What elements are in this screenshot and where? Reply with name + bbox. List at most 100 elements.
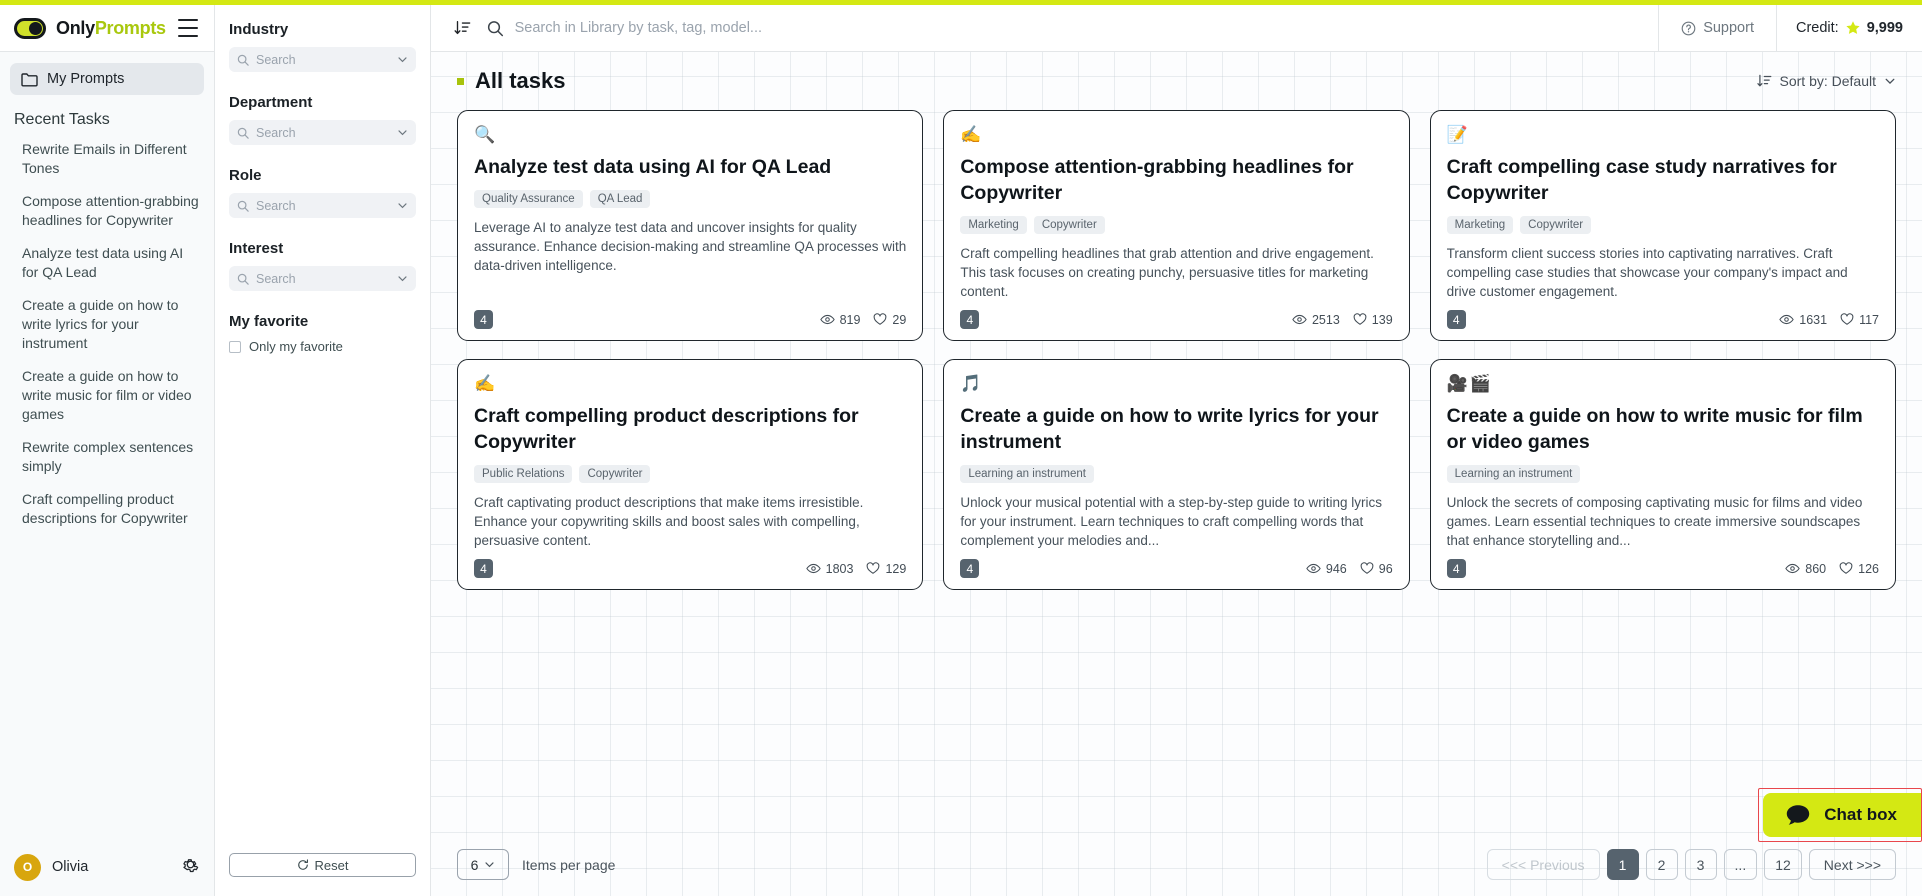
card-tag[interactable]: Learning an instrument — [960, 465, 1094, 483]
card-tag[interactable]: Marketing — [960, 216, 1027, 234]
only-my-favorite-checkbox[interactable]: Only my favorite — [229, 339, 416, 354]
card-views-value: 1631 — [1799, 312, 1828, 327]
interest-placeholder: Search — [256, 271, 296, 286]
card-likes: 96 — [1360, 562, 1393, 576]
eye-icon — [805, 563, 821, 574]
recent-task-item[interactable]: Craft compelling product descriptions fo… — [14, 483, 200, 535]
filter-label-role: Role — [229, 167, 262, 184]
card-count-badge: 4 — [474, 310, 493, 329]
chat-box-button[interactable]: Chat box — [1763, 793, 1921, 837]
task-card-grid: 🔍 Analyze test data using AI for QA Lead… — [451, 110, 1902, 590]
star-icon — [1846, 21, 1860, 34]
task-card[interactable]: 🎵 Create a guide on how to write lyrics … — [943, 359, 1410, 590]
chevron-down-icon — [398, 276, 407, 282]
card-views-value: 819 — [839, 312, 861, 327]
task-card[interactable]: 🎥🎬 Create a guide on how to write music … — [1429, 359, 1896, 590]
card-footer: 4 2513 139 — [960, 310, 1393, 329]
section-header: All tasks Sort by: Default — [451, 52, 1902, 110]
main-content: Support Credit: 9,999 All tasks Sort by:… — [431, 4, 1922, 896]
department-select[interactable]: Search — [229, 120, 416, 145]
card-title: Craft compelling case study narratives f… — [1446, 156, 1837, 204]
search-input[interactable] — [514, 20, 1659, 36]
card-tag[interactable]: Copywriter — [1520, 216, 1592, 234]
recent-task-item[interactable]: Compose attention-grabbing headlines for… — [14, 185, 200, 237]
card-emoji-icon: 🎵 — [960, 374, 984, 393]
card-count-badge: 4 — [1446, 559, 1466, 578]
task-card[interactable]: 🔍 Analyze test data using AI for QA Lead… — [457, 110, 924, 341]
card-likes-value: 126 — [1858, 561, 1879, 576]
sort-by-label: Sort by: Default — [1779, 73, 1877, 89]
gear-icon[interactable] — [181, 855, 200, 879]
page-ellipsis: ... — [1723, 849, 1758, 880]
user-profile-row[interactable]: O Olivia — [0, 838, 214, 896]
brand-prompts-text: Prompts — [94, 17, 166, 38]
card-count-badge: 4 — [960, 559, 980, 578]
filter-label-favorite: My favorite — [229, 313, 309, 330]
card-description: Craft captivating product descriptions t… — [474, 495, 864, 548]
sort-icon — [1756, 74, 1771, 87]
support-button[interactable]: Support — [1658, 4, 1776, 52]
card-tag[interactable]: Copywriter — [579, 465, 651, 483]
task-card[interactable]: ✍️ Compose attention-grabbing headlines … — [943, 110, 1410, 341]
card-tag[interactable]: Marketing — [1446, 216, 1514, 234]
heart-icon — [1839, 562, 1853, 574]
card-tag[interactable]: QA Lead — [589, 190, 651, 208]
card-count-badge: 4 — [474, 559, 493, 578]
recent-task-item[interactable]: Rewrite Emails in Different Tones — [14, 133, 200, 185]
interest-select[interactable]: Search — [229, 266, 416, 291]
card-description: Transform client success stories into ca… — [1446, 246, 1848, 299]
role-select[interactable]: Search — [229, 193, 416, 218]
card-tag[interactable]: Learning an instrument — [1446, 465, 1581, 483]
search-icon — [237, 273, 249, 285]
recent-task-item[interactable]: Analyze test data using AI for QA Lead — [14, 237, 200, 289]
card-tag[interactable]: Public Relations — [474, 465, 573, 483]
hamburger-menu-icon[interactable] — [178, 19, 200, 37]
card-footer: 4 860 126 — [1446, 559, 1879, 578]
card-stats: 860 126 — [1785, 562, 1879, 576]
recent-task-item[interactable]: Create a guide on how to write lyrics fo… — [14, 289, 200, 360]
card-views: 819 — [819, 312, 861, 327]
card-title: Analyze test data using AI for QA Lead — [474, 156, 832, 178]
chat-box-highlight: Chat box — [1758, 788, 1922, 842]
recent-task-item[interactable]: Create a guide on how to write music for… — [14, 360, 200, 431]
sort-toggle-icon[interactable] — [449, 19, 475, 37]
page-button-1[interactable]: 1 — [1606, 849, 1639, 880]
chevron-down-icon — [398, 130, 407, 136]
left-sidebar: OnlyPrompts My Prompts Recent Tasks Rewr… — [0, 5, 215, 896]
page-button-3[interactable]: 3 — [1684, 849, 1717, 880]
department-placeholder: Search — [256, 125, 296, 140]
checkbox-box — [229, 340, 241, 353]
card-tag[interactable]: Copywriter — [1033, 216, 1105, 234]
filter-block-favorite: My favorite Only my favorite — [229, 313, 416, 354]
sort-by-dropdown[interactable]: Sort by: Default — [1756, 73, 1897, 89]
card-tag[interactable]: Quality Assurance — [474, 190, 583, 208]
card-likes-value: 129 — [885, 561, 907, 576]
previous-page-button[interactable]: <<< Previous — [1486, 849, 1600, 880]
card-views: 1631 — [1779, 313, 1827, 327]
card-likes-value: 96 — [1378, 561, 1393, 576]
heart-icon — [1840, 313, 1854, 325]
card-description: Unlock the secrets of composing captivat… — [1446, 495, 1863, 548]
recent-task-item[interactable]: Rewrite complex sentences simply — [14, 431, 200, 483]
page-buttons: <<< Previous 1 2 3 ... 12 Next >>> — [1486, 849, 1896, 880]
page-button-12[interactable]: 12 — [1764, 849, 1802, 880]
only-my-favorite-label: Only my favorite — [249, 339, 343, 354]
page-title: All tasks — [475, 68, 566, 93]
industry-select[interactable]: Search — [229, 47, 416, 72]
sidebar-item-my-prompts[interactable]: My Prompts — [10, 63, 204, 95]
role-placeholder: Search — [256, 198, 296, 213]
filter-block-department: Department Search — [229, 94, 416, 145]
task-card[interactable]: ✍️ Craft compelling product descriptions… — [457, 359, 924, 590]
card-footer: 4 1631 117 — [1446, 310, 1879, 329]
eye-icon — [1306, 563, 1321, 574]
next-page-button[interactable]: Next >>> — [1808, 849, 1896, 880]
page-button-2[interactable]: 2 — [1645, 849, 1678, 880]
card-title: Craft compelling product descriptions fo… — [474, 405, 859, 453]
card-footer: 4 1803 129 — [474, 559, 906, 578]
task-card[interactable]: 📝 Craft compelling case study narratives… — [1429, 110, 1896, 341]
card-likes: 126 — [1839, 562, 1879, 576]
reset-button[interactable]: Reset — [229, 853, 416, 877]
items-per-page-select[interactable]: 6 — [457, 849, 509, 880]
card-emoji-icon: 🎥🎬 — [1446, 374, 1493, 393]
card-views: 860 — [1785, 562, 1826, 576]
